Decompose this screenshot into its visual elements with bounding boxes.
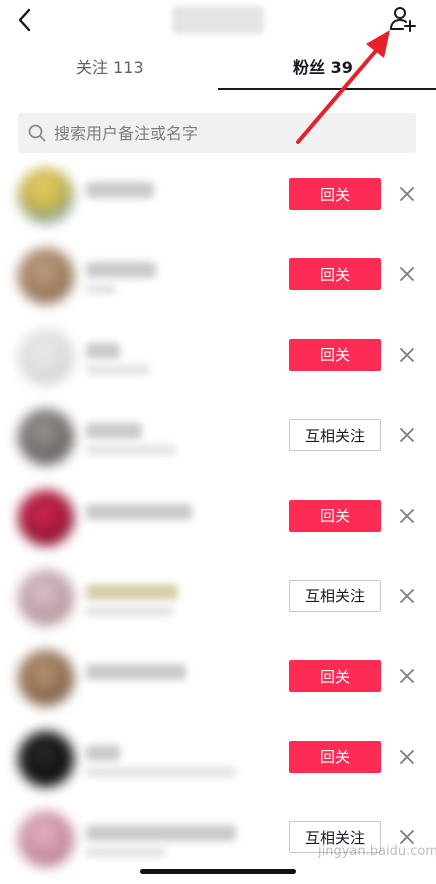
- page-title-redacted: [172, 6, 264, 34]
- tab-fans[interactable]: 粉丝 39: [293, 54, 353, 78]
- follow-back-button[interactable]: 回关: [289, 740, 381, 773]
- follow-back-button[interactable]: 回关: [289, 338, 381, 371]
- user-bio-redacted: [86, 847, 166, 858]
- follow-back-button[interactable]: 回关: [289, 178, 381, 210]
- fans-list: 回关 回关 回关 互相关注 回关 互相关注 回关 回关 互相关注: [0, 160, 436, 884]
- user-bio-redacted: [86, 445, 176, 456]
- avatar[interactable]: [18, 811, 74, 868]
- home-indicator: [140, 869, 296, 874]
- close-icon[interactable]: [398, 507, 416, 525]
- top-nav-bar: [0, 0, 436, 44]
- avatar[interactable]: [18, 328, 74, 385]
- user-name-redacted: [86, 664, 186, 681]
- user-bio-redacted: [86, 766, 236, 777]
- avatar[interactable]: [18, 168, 74, 224]
- user-name-redacted: [86, 262, 156, 279]
- user-name-redacted: [86, 744, 120, 761]
- chevron-left-icon[interactable]: [12, 6, 40, 34]
- mutual-follow-button[interactable]: 互相关注: [289, 579, 381, 612]
- follow-back-button[interactable]: 回关: [289, 258, 381, 291]
- user-name-redacted: [86, 583, 178, 600]
- list-item[interactable]: 回关: [0, 723, 436, 803]
- user-name-redacted: [86, 825, 236, 842]
- add-user-icon[interactable]: [388, 4, 418, 34]
- active-tab-indicator: [218, 88, 436, 90]
- close-icon[interactable]: [398, 748, 416, 766]
- close-icon[interactable]: [398, 185, 416, 203]
- avatar[interactable]: [18, 569, 74, 626]
- watermark-text: jingyan.baidu.com: [318, 844, 436, 859]
- avatar[interactable]: [18, 730, 74, 787]
- close-icon[interactable]: [398, 587, 416, 605]
- user-bio-redacted: [86, 284, 116, 295]
- close-icon[interactable]: [398, 346, 416, 364]
- close-icon[interactable]: [398, 426, 416, 444]
- watermark: jingyan.baidu.com: [296, 834, 436, 874]
- avatar[interactable]: [18, 650, 74, 707]
- mutual-follow-button[interactable]: 互相关注: [289, 419, 381, 452]
- follow-back-button[interactable]: 回关: [289, 660, 381, 693]
- search-bar: [18, 113, 416, 153]
- list-item[interactable]: 回关: [0, 482, 436, 562]
- list-item[interactable]: 回关: [0, 642, 436, 722]
- close-icon[interactable]: [398, 265, 416, 283]
- avatar[interactable]: [18, 248, 74, 305]
- user-bio-redacted: [86, 364, 150, 375]
- follow-back-button[interactable]: 回关: [289, 499, 381, 532]
- user-bio-redacted: [86, 605, 174, 616]
- avatar[interactable]: [18, 489, 74, 546]
- tab-following[interactable]: 关注 113: [76, 54, 144, 78]
- search-icon: [28, 124, 46, 142]
- user-name-redacted: [86, 182, 154, 198]
- user-name-redacted: [86, 342, 120, 359]
- list-item[interactable]: 回关: [0, 321, 436, 401]
- list-item[interactable]: 回关: [0, 160, 436, 240]
- close-icon[interactable]: [398, 667, 416, 685]
- follow-tabs: 关注 113 粉丝 39: [0, 44, 436, 92]
- list-item[interactable]: 互相关注: [0, 562, 436, 642]
- avatar[interactable]: [18, 409, 74, 466]
- user-name-redacted: [86, 423, 142, 440]
- list-item[interactable]: 互相关注: [0, 401, 436, 481]
- search-input[interactable]: [54, 113, 404, 153]
- user-name-redacted: [86, 503, 192, 520]
- list-item[interactable]: 回关: [0, 240, 436, 320]
